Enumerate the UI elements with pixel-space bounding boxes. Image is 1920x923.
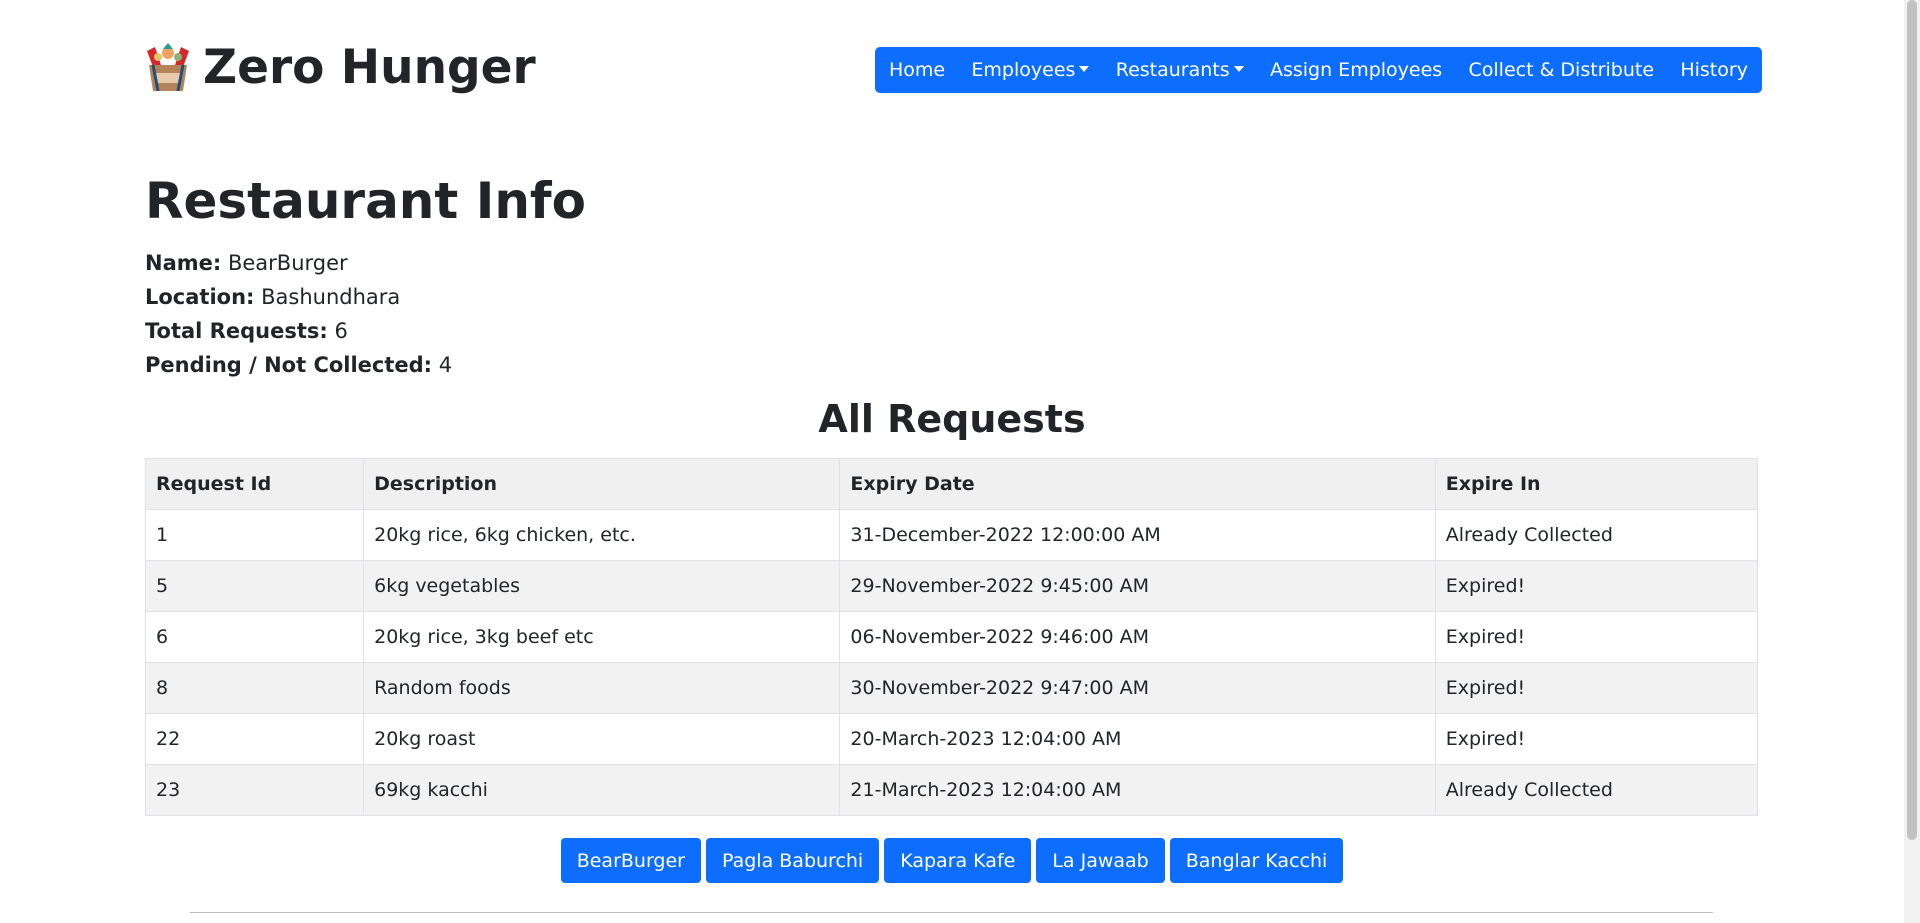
restaurant-button-la-jawaab[interactable]: La Jawaab bbox=[1036, 838, 1165, 883]
nav-collect-distribute[interactable]: Collect & Distribute bbox=[1469, 59, 1655, 81]
pending-label: Pending / Not Collected: bbox=[145, 353, 433, 377]
request-id-cell: 5 bbox=[144, 560, 365, 612]
description-cell: 69kg kacchi bbox=[363, 764, 841, 816]
info-total-requests: Total Requests: 6 bbox=[145, 314, 452, 348]
name-label: Name: bbox=[145, 251, 222, 275]
location-label: Location: bbox=[145, 285, 255, 309]
brand[interactable]: Zero Hunger bbox=[141, 40, 536, 95]
nav-home-label: Home bbox=[889, 59, 946, 81]
name-value: BearBurger bbox=[227, 251, 348, 275]
requests-table: Request Id Description Expiry Date Expir… bbox=[144, 458, 1759, 816]
nav-employees-dropdown[interactable]: Employees bbox=[971, 59, 1090, 81]
nav-restaurants-dropdown[interactable]: Restaurants bbox=[1116, 59, 1244, 81]
caret-down-icon bbox=[1233, 66, 1244, 72]
vertical-scrollbar[interactable] bbox=[1904, 0, 1920, 923]
expire-in-cell: Already Collected bbox=[1434, 764, 1759, 816]
total-requests-value: 6 bbox=[334, 319, 348, 343]
expiry-date-cell: 30-November-2022 9:47:00 AM bbox=[839, 662, 1436, 714]
page-title: Restaurant Info bbox=[145, 172, 587, 230]
expiry-date-cell: 06-November-2022 9:46:00 AM bbox=[839, 611, 1436, 663]
scrollbar-thumb[interactable] bbox=[1907, 0, 1917, 840]
info-location: Location: Bashundhara bbox=[145, 280, 452, 314]
nav-assign-employees[interactable]: Assign Employees bbox=[1270, 59, 1442, 81]
nav-history-label: History bbox=[1680, 59, 1748, 81]
expire-in-cell: Expired! bbox=[1434, 713, 1759, 765]
description-cell: 20kg roast bbox=[363, 713, 841, 765]
nav-history[interactable]: History bbox=[1680, 59, 1748, 81]
restaurant-info: Name: BearBurger Location: Bashundhara T… bbox=[145, 246, 452, 382]
table-row: 6 20kg rice, 3kg beef etc 06-November-20… bbox=[144, 611, 1759, 663]
restaurant-button-kapara-kafe[interactable]: Kapara Kafe bbox=[884, 838, 1032, 883]
request-id-cell: 22 bbox=[144, 713, 365, 765]
request-id-cell: 8 bbox=[144, 662, 365, 714]
expiry-date-cell: 29-November-2022 9:45:00 AM bbox=[839, 560, 1436, 612]
request-id-cell: 1 bbox=[144, 509, 365, 561]
column-header: Expire In bbox=[1434, 458, 1759, 510]
location-value: Bashundhara bbox=[261, 285, 401, 309]
restaurant-button-pagla-baburchi[interactable]: Pagla Baburchi bbox=[706, 838, 880, 883]
description-cell: 20kg rice, 3kg beef etc bbox=[363, 611, 841, 663]
main-navbar: Home Employees Restaurants Assign Employ… bbox=[875, 47, 1762, 93]
table-row: 1 20kg rice, 6kg chicken, etc. 31-Decemb… bbox=[144, 509, 1759, 561]
brand-name: Zero Hunger bbox=[203, 40, 536, 95]
table-row: 22 20kg roast 20-March-2023 12:04:00 AM … bbox=[144, 713, 1759, 765]
column-header: Description bbox=[363, 458, 841, 510]
nav-assign-employees-label: Assign Employees bbox=[1269, 59, 1443, 81]
nav-employees-label: Employees bbox=[971, 59, 1076, 81]
description-cell: 6kg vegetables bbox=[363, 560, 841, 612]
expiry-date-cell: 31-December-2022 12:00:00 AM bbox=[839, 509, 1436, 561]
table-row: 23 69kg kacchi 21-March-2023 12:04:00 AM… bbox=[144, 764, 1759, 816]
nav-home[interactable]: Home bbox=[889, 59, 945, 81]
restaurant-button-banglar-kacchi[interactable]: Banglar Kacchi bbox=[1169, 838, 1344, 883]
pending-value: 4 bbox=[438, 353, 453, 377]
column-header: Expiry Date bbox=[839, 458, 1436, 510]
nav-restaurants-label: Restaurants bbox=[1115, 59, 1230, 81]
expire-in-cell: Expired! bbox=[1434, 611, 1759, 663]
description-cell: 20kg rice, 6kg chicken, etc. bbox=[363, 509, 841, 561]
info-name: Name: BearBurger bbox=[145, 246, 452, 280]
expiry-date-cell: 20-March-2023 12:04:00 AM bbox=[839, 713, 1436, 765]
expiry-date-cell: 21-March-2023 12:04:00 AM bbox=[839, 764, 1436, 816]
column-header: Request Id bbox=[144, 458, 365, 510]
table-row: 8 Random foods 30-November-2022 9:47:00 … bbox=[144, 662, 1759, 714]
section-title: All Requests bbox=[818, 397, 1086, 441]
table-row: 5 6kg vegetables 29-November-2022 9:45:0… bbox=[144, 560, 1759, 612]
restaurant-button-bearburger[interactable]: BearBurger bbox=[560, 838, 701, 883]
info-pending: Pending / Not Collected: 4 bbox=[145, 348, 452, 382]
description-cell: Random foods bbox=[363, 662, 841, 714]
expire-in-cell: Expired! bbox=[1434, 560, 1759, 612]
expire-in-cell: Expired! bbox=[1434, 662, 1759, 714]
total-requests-label: Total Requests: bbox=[145, 319, 328, 343]
restaurant-buttons: BearBurger Pagla Baburchi Kapara Kafe La… bbox=[0, 838, 1904, 883]
caret-down-icon bbox=[1079, 66, 1090, 72]
food-basket-icon bbox=[147, 42, 189, 91]
footer-divider bbox=[190, 912, 1713, 913]
request-id-cell: 23 bbox=[144, 764, 365, 816]
request-id-cell: 6 bbox=[144, 611, 365, 663]
expire-in-cell: Already Collected bbox=[1434, 509, 1759, 561]
table-header-row: Request Id Description Expiry Date Expir… bbox=[144, 458, 1759, 510]
nav-collect-distribute-label: Collect & Distribute bbox=[1468, 59, 1655, 81]
